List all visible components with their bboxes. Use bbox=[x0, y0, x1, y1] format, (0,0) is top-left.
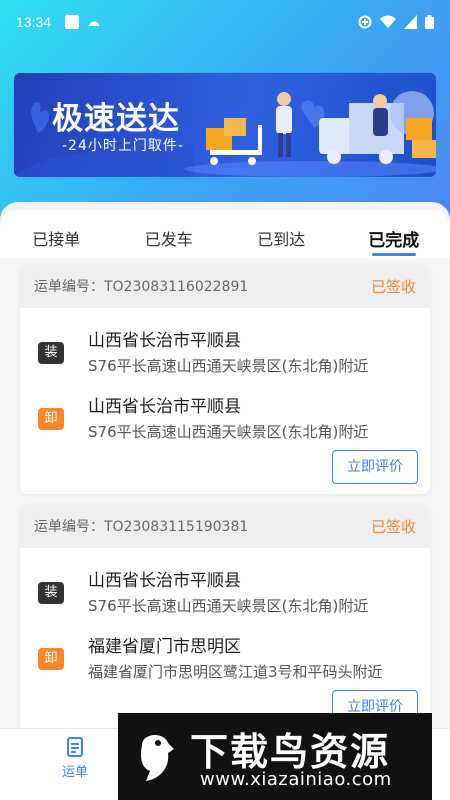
rate-now-button[interactable]: 立即评价 bbox=[332, 450, 418, 484]
promo-banner[interactable]: 极速送达 -24小时上门取件- bbox=[14, 73, 436, 177]
unloading-stop: 卸 山西省长治市平顺县 S76平长高速山西通天峡景区(东北角)附近 bbox=[20, 374, 430, 441]
order-number: 运单编号：TO23083115190381 bbox=[34, 519, 249, 535]
stop-city: 山西省长治市平顺县 bbox=[88, 397, 241, 417]
tab-accepted[interactable]: 已接单 bbox=[0, 210, 113, 258]
watermark: 下载鸟资源 www.xiazainiao.com bbox=[118, 713, 432, 800]
cloud-icon: ☁ bbox=[87, 14, 101, 30]
unloading-stop: 卸 福建省厦门市思明区 福建省厦门市思明区鹭江道3号和平码头附近 bbox=[20, 614, 430, 681]
stop-address: 福建省厦门市思明区鹭江道3号和平码头附近 bbox=[88, 663, 383, 681]
order-header: 运单编号：TO23083115190381 已签收 bbox=[20, 504, 430, 548]
wifi-icon bbox=[380, 15, 396, 28]
document-icon bbox=[67, 737, 83, 757]
load-badge: 装 bbox=[38, 582, 64, 604]
stop-city: 山西省长治市平顺县 bbox=[88, 571, 241, 591]
signal-icon bbox=[404, 15, 417, 29]
notification-icon bbox=[65, 15, 80, 29]
stop-address: S76平长高速山西通天峡景区(东北角)附近 bbox=[88, 357, 369, 375]
stop-address: S76平长高速山西通天峡景区(东北角)附近 bbox=[88, 423, 369, 441]
order-card[interactable]: 运单编号：TO23083116022891 已签收 装 山西省长治市平顺县 S7… bbox=[20, 264, 430, 494]
battery-icon bbox=[425, 15, 434, 29]
nav-label: 运单 bbox=[61, 765, 88, 780]
load-badge: 装 bbox=[38, 342, 64, 364]
data-saver-icon bbox=[358, 15, 372, 29]
watermark-url: www.xiazainiao.com bbox=[200, 769, 392, 790]
order-number: 运单编号：TO23083116022891 bbox=[34, 279, 249, 295]
tab-completed[interactable]: 已完成 bbox=[338, 210, 450, 258]
order-header: 运单编号：TO23083116022891 已签收 bbox=[20, 264, 430, 308]
bird-logo-icon bbox=[140, 734, 174, 781]
order-status-badge: 已签收 bbox=[370, 277, 416, 296]
order-card[interactable]: 运单编号：TO23083115190381 已签收 装 山西省长治市平顺县 S7… bbox=[20, 504, 430, 734]
status-bar: 13:34 ☁ bbox=[0, 0, 450, 44]
unload-badge: 卸 bbox=[38, 648, 64, 670]
banner-title: 极速送达 bbox=[52, 101, 180, 137]
order-status-badge: 已签收 bbox=[370, 517, 416, 536]
stop-city: 福建省厦门市思明区 bbox=[88, 637, 241, 657]
tab-arrived[interactable]: 已到达 bbox=[225, 210, 338, 258]
stop-address: S76平长高速山西通天峡景区(东北角)附近 bbox=[88, 597, 369, 615]
loading-stop: 装 山西省长治市平顺县 S76平长高速山西通天峡景区(东北角)附近 bbox=[20, 308, 430, 375]
nav-item-waybill[interactable]: 运单 bbox=[40, 737, 110, 780]
watermark-title: 下载鸟资源 bbox=[190, 730, 391, 774]
status-tabs: 已接单 已发车 已到达 已完成 bbox=[0, 210, 450, 258]
status-time: 13:34 bbox=[16, 14, 52, 30]
tab-departed[interactable]: 已发车 bbox=[113, 210, 226, 258]
loading-stop: 装 山西省长治市平顺县 S76平长高速山西通天峡景区(东北角)附近 bbox=[20, 548, 430, 615]
stop-city: 山西省长治市平顺县 bbox=[88, 331, 241, 351]
banner-subtitle: -24小时上门取件- bbox=[62, 138, 184, 154]
unload-badge: 卸 bbox=[38, 408, 64, 430]
